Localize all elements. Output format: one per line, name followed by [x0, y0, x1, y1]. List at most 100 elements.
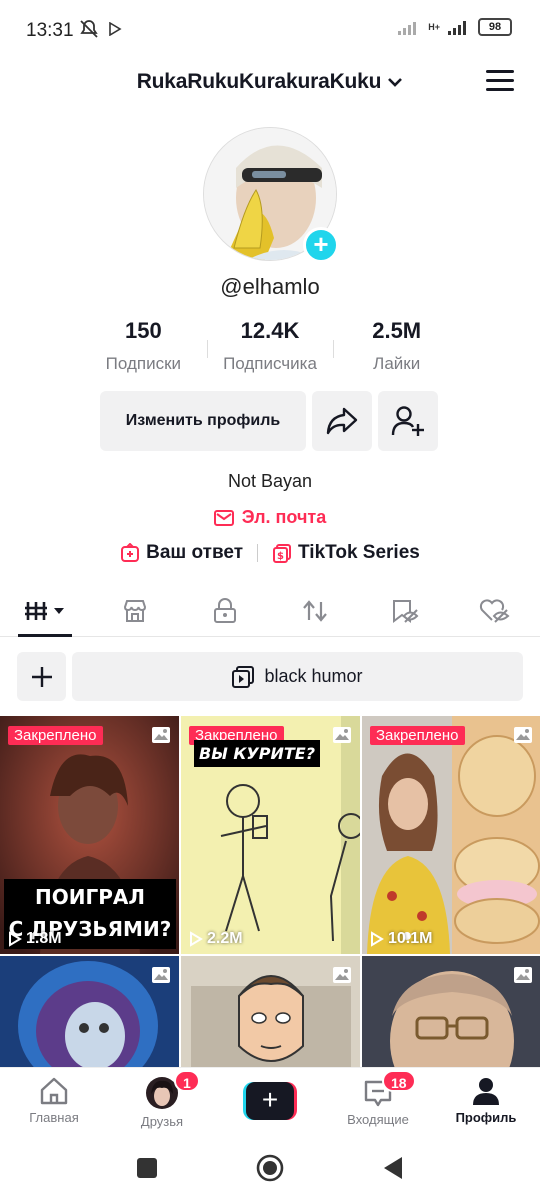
repost-icon	[303, 599, 327, 622]
plus-icon: +	[246, 1082, 294, 1120]
profile-bio: Not Bayan	[227, 471, 313, 491]
signal-weak-icon	[398, 22, 417, 35]
series-link-label: TikTok Series	[298, 542, 420, 563]
home-button-icon[interactable]	[256, 1154, 284, 1182]
video-thumbnail[interactable]	[362, 956, 540, 1068]
question-box-icon	[121, 543, 140, 562]
email-label: Эл. почта	[241, 507, 327, 527]
video-thumbnail[interactable]: Закреплено ВЫ КУРИТЕ? 2.2M	[181, 716, 360, 954]
tab-favorites[interactable]	[360, 585, 450, 636]
playlist-item[interactable]: black humor	[72, 652, 523, 701]
view-count: 1.8M	[8, 930, 62, 948]
pinned-badge: Закреплено	[8, 726, 103, 745]
recent-apps-icon[interactable]	[136, 1157, 158, 1179]
video-thumbnail[interactable]	[181, 956, 360, 1068]
video-thumbnail[interactable]: Закреплено 10.1M	[362, 716, 540, 954]
tab-reposts[interactable]	[270, 585, 360, 636]
caption-line: ВЫ КУРИТЕ?	[199, 744, 315, 763]
status-bar: 13:31 H+ 98	[0, 0, 540, 60]
photo-icon	[152, 967, 170, 983]
playlist-icon	[232, 665, 255, 688]
avatar-container[interactable]: +	[203, 127, 339, 263]
stat-label: Подписки	[105, 354, 182, 373]
qa-link-label: Ваш ответ	[146, 542, 244, 563]
photo-icon	[514, 727, 532, 743]
tab-videos[interactable]	[0, 585, 90, 637]
view-count: 10.1M	[370, 930, 432, 948]
stat-value: 2.5M	[372, 318, 422, 343]
profile-stats: 150 Подписки 12.4K Подписчика 2.5M Лайки	[80, 318, 460, 374]
stat-label: Подписчика	[223, 354, 317, 373]
add-user-icon	[391, 406, 424, 436]
liked-hidden-icon	[479, 598, 510, 623]
profile-actions: Изменить профиль	[100, 391, 438, 451]
video-thumbnail[interactable]: Закреплено ПОИГРАЛ С ДРУЗЬЯМИ? 1.8M	[0, 716, 179, 954]
system-navigation	[0, 1135, 540, 1200]
mail-icon	[213, 509, 234, 526]
plus-icon	[31, 666, 52, 687]
mute-icon	[80, 20, 98, 38]
tab-shop[interactable]	[90, 585, 180, 636]
view-count: 2.2M	[189, 930, 243, 948]
stat-followers[interactable]: 12.4K Подписчика	[206, 318, 334, 374]
photo-icon	[333, 967, 351, 983]
edit-profile-button[interactable]: Изменить профиль	[100, 391, 306, 451]
stat-following[interactable]: 150 Подписки	[80, 318, 207, 374]
share-icon	[326, 407, 358, 435]
playlist-name: black humor	[264, 666, 363, 686]
profile-links: Ваш ответ $ TikTok Series	[0, 542, 540, 564]
bottom-navigation: Главная 1 Друзья + 18 Входящие Профиль	[0, 1067, 540, 1135]
nav-friends[interactable]: 1 Друзья	[108, 1068, 216, 1135]
stat-value: 12.4K	[240, 318, 300, 343]
video-caption: ВЫ КУРИТЕ?	[194, 740, 320, 767]
view-count-value: 2.2M	[207, 930, 243, 947]
add-story-button[interactable]: +	[303, 227, 339, 263]
play-icon	[9, 931, 22, 947]
play-icon	[190, 931, 203, 947]
thumbnail-image	[362, 716, 540, 954]
email-link[interactable]: Эл. почта	[0, 507, 540, 528]
profile-icon	[473, 1078, 499, 1105]
qa-link[interactable]: Ваш ответ	[120, 542, 243, 564]
status-time: 13:31	[26, 20, 74, 41]
play-store-icon	[109, 22, 122, 36]
playlist-row: black humor	[17, 652, 523, 701]
nav-inbox[interactable]: 18 Входящие	[324, 1068, 432, 1135]
status-left-icons	[78, 18, 122, 40]
tab-private[interactable]	[180, 585, 270, 636]
view-count-value: 10.1M	[388, 930, 433, 947]
nav-label: Главная	[29, 1110, 79, 1125]
add-playlist-button[interactable]	[17, 652, 66, 701]
nav-label: Друзья	[140, 1114, 184, 1129]
stat-value: 150	[124, 318, 162, 343]
tab-liked[interactable]	[450, 585, 540, 636]
home-icon	[40, 1077, 68, 1105]
saved-hidden-icon	[393, 599, 419, 623]
play-icon	[371, 931, 384, 947]
nav-create[interactable]: +	[216, 1068, 324, 1135]
profile-header: RukaRukuKurakuraKuku	[0, 62, 540, 106]
pinned-badge: Закреплено	[370, 726, 465, 745]
photo-icon	[514, 967, 532, 983]
nav-label: Профиль	[455, 1110, 517, 1125]
status-right-icons: H+ 98	[398, 18, 512, 36]
series-link[interactable]: $ TikTok Series	[272, 542, 420, 564]
menu-icon[interactable]	[486, 70, 514, 94]
signal-icon	[448, 21, 466, 35]
photo-icon	[333, 727, 351, 743]
video-thumbnail[interactable]	[0, 956, 179, 1068]
add-friend-button[interactable]	[378, 391, 438, 451]
share-profile-button[interactable]	[312, 391, 372, 451]
nav-profile[interactable]: Профиль	[432, 1068, 540, 1135]
account-switcher[interactable]: RukaRukuKurakuraKuku	[0, 70, 540, 94]
stat-likes[interactable]: 2.5M Лайки	[333, 318, 460, 374]
nav-home[interactable]: Главная	[0, 1068, 108, 1135]
content-tabs	[0, 585, 540, 637]
series-icon: $	[273, 544, 292, 563]
back-icon[interactable]	[382, 1156, 404, 1180]
video-grid: Закреплено ПОИГРАЛ С ДРУЗЬЯМИ? 1.8M Закр…	[0, 716, 540, 1068]
create-button[interactable]: +	[243, 1082, 297, 1120]
svg-text:$: $	[277, 551, 284, 562]
lock-icon	[214, 597, 236, 623]
shop-icon	[123, 599, 147, 622]
